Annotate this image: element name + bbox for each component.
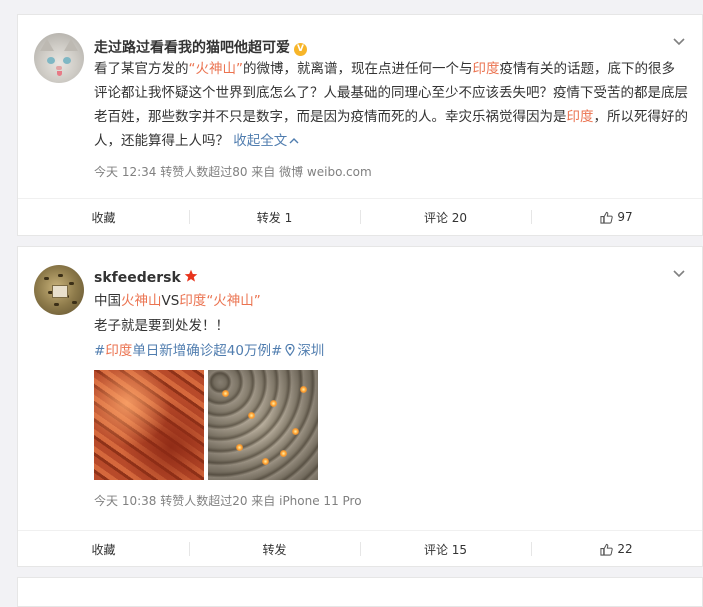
text-segment: 看了某官方发的 (94, 61, 189, 77)
post-text-line: 老子就是要到处发！！ (94, 318, 229, 334)
image-decor (236, 444, 243, 451)
repost-label: 转发 1 (256, 210, 293, 225)
like-icon (600, 211, 614, 224)
text-segment: 的微博，就离谱，现在点进任何一个与 (243, 61, 473, 77)
hashtag-link[interactable]: “火神山” (189, 61, 244, 77)
like-icon (600, 543, 614, 556)
comment-button[interactable]: 评论 15 (360, 531, 531, 567)
keyword-link[interactable]: 印度 (179, 293, 206, 309)
username-row: 走过路过看看我的猫吧他超可爱 V (94, 37, 307, 57)
avatar-decor (40, 39, 54, 51)
username-row: skfeedersk (94, 269, 198, 286)
keyword-link[interactable]: 印度 (473, 61, 500, 77)
collapse-text-link[interactable]: 收起全文 (233, 133, 299, 149)
topic-segment: 印度 (105, 343, 133, 359)
repost-label: 转发 (262, 542, 287, 557)
like-count: 97 (617, 210, 633, 224)
text-segment: 中国 (94, 293, 121, 309)
like-button[interactable]: 97 (531, 199, 702, 235)
weibo-post-card: skfeedersk 中国火神山VS印度“火神山” 老子就是要到处发！！ #印度… (17, 246, 703, 567)
action-bar: 收藏 转发 1 评论 20 97 (18, 198, 702, 235)
avatar[interactable] (34, 33, 84, 83)
avatar-decor (58, 274, 63, 277)
post-meta: 今天 12:34 转赞人数超过80 来自 微博 weibo.com (94, 165, 372, 179)
text-segment: VS (161, 293, 180, 309)
username[interactable]: 走过路过看看我的猫吧他超可爱 (94, 40, 290, 56)
location-link[interactable]: 深圳 (282, 343, 324, 359)
topic-segment: 单日新增确诊超40万例# (132, 343, 283, 359)
keyword-link[interactable]: 印度 (567, 109, 594, 125)
image-decor (248, 412, 255, 419)
collect-label: 收藏 (91, 542, 116, 557)
image-decor (262, 458, 269, 465)
username[interactable]: skfeedersk (94, 270, 181, 286)
comment-label: 评论 15 (423, 542, 468, 557)
post-text: 看了某官方发的“火神山”的微博，就离谱，现在点进任何一个与印度疫情有关的话题，底… (94, 57, 688, 153)
topic-segment: # (94, 343, 106, 359)
location-label: 深圳 (297, 343, 325, 359)
avatar-decor (54, 303, 59, 306)
like-count: 22 (617, 542, 633, 556)
avatar-decor (72, 301, 77, 304)
action-bar: 收藏 转发 评论 15 22 (18, 530, 702, 567)
repost-button[interactable]: 转发 1 (189, 199, 360, 235)
comment-label: 评论 20 (423, 210, 468, 225)
avatar-decor (69, 282, 74, 285)
avatar-decor (64, 39, 78, 51)
avatar-decor (56, 66, 62, 70)
post-image[interactable] (208, 370, 318, 480)
post-text: 中国火神山VS印度“火神山” (94, 291, 261, 311)
weibo-post-card (17, 577, 703, 607)
image-decor (222, 390, 229, 397)
image-decor (270, 400, 277, 407)
avatar-decor (44, 277, 49, 280)
fold-up-icon (289, 138, 299, 144)
image-decor (300, 386, 307, 393)
comment-button[interactable]: 评论 20 (360, 199, 531, 235)
avatar[interactable] (34, 265, 84, 315)
like-button[interactable]: 22 (531, 531, 702, 567)
collect-label: 收藏 (91, 210, 116, 225)
post-image[interactable] (94, 370, 204, 480)
location-icon (285, 343, 295, 357)
keyword-link[interactable]: 火神山 (121, 293, 162, 309)
hashtag-link[interactable]: “火神山” (206, 293, 261, 309)
chevron-down-icon[interactable] (672, 37, 686, 47)
weibo-post-card: 走过路过看看我的猫吧他超可爱 V 看了某官方发的“火神山”的微博，就离谱，现在点进… (17, 14, 703, 236)
collect-button[interactable]: 收藏 (18, 199, 189, 235)
image-decor (292, 428, 299, 435)
avatar-decor (57, 71, 62, 76)
collect-button[interactable]: 收藏 (18, 531, 189, 567)
avatar-decor (52, 285, 68, 298)
star-icon[interactable] (184, 269, 198, 283)
avatar-decor (63, 57, 71, 64)
topic-link[interactable]: #印度单日新增确诊超40万例# (94, 343, 282, 359)
avatar-decor (47, 57, 55, 64)
topic-row: #印度单日新增确诊超40万例# 深圳 (94, 341, 324, 361)
image-decor (280, 450, 287, 457)
repost-button[interactable]: 转发 (189, 531, 360, 567)
verified-icon[interactable]: V (294, 43, 307, 56)
collapse-text-label: 收起全文 (233, 133, 288, 149)
chevron-down-icon[interactable] (672, 269, 686, 279)
post-meta: 今天 10:38 转赞人数超过20 来自 iPhone 11 Pro (94, 494, 362, 508)
